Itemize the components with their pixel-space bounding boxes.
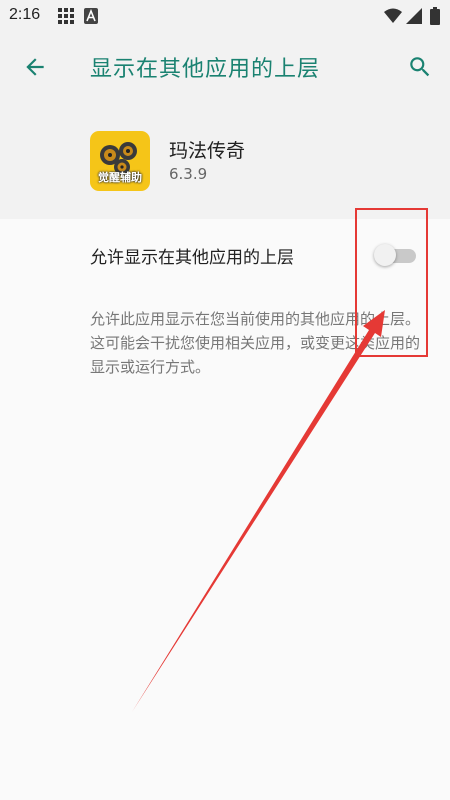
annotation-arrow-icon: [132, 310, 385, 712]
